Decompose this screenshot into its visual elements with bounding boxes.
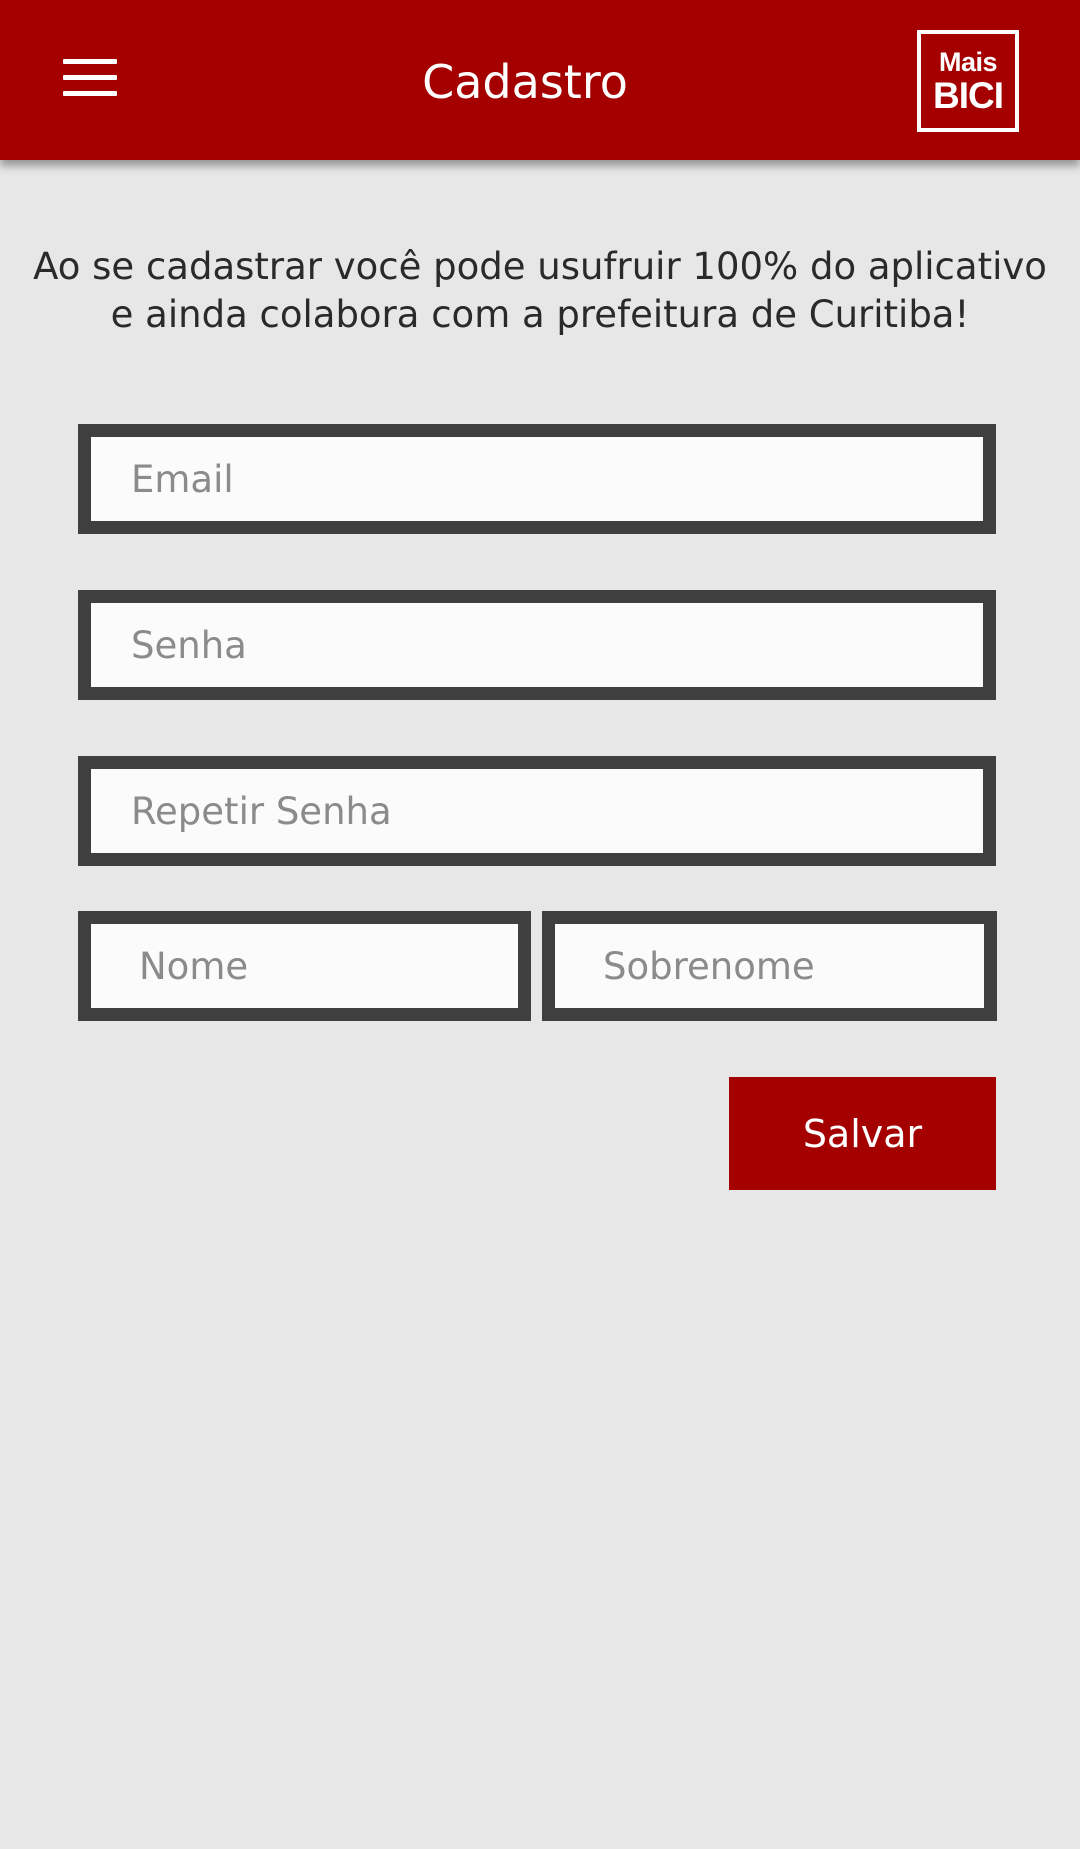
page-title: Cadastro — [422, 55, 628, 109]
last-name-field-box — [542, 911, 997, 1021]
save-button[interactable]: Salvar — [729, 1077, 996, 1190]
email-field-box — [78, 424, 996, 534]
password-input[interactable] — [91, 603, 983, 687]
email-input[interactable] — [91, 437, 983, 521]
logo-text-line1: Mais — [938, 46, 998, 77]
repeat-password-input[interactable] — [91, 769, 983, 853]
logo-text-line2: BICI — [933, 74, 1004, 116]
repeat-password-field-box — [78, 756, 996, 866]
mais-bici-logo: Mais BICI — [917, 30, 1019, 132]
intro-text: Ao se cadastrar você pode usufruir 100% … — [33, 245, 1047, 336]
first-name-field-box — [78, 911, 531, 1021]
app-bar: Cadastro Mais BICI — [0, 0, 1080, 160]
last-name-input[interactable] — [555, 924, 984, 1008]
password-field-box — [78, 590, 996, 700]
first-name-input[interactable] — [91, 924, 518, 1008]
